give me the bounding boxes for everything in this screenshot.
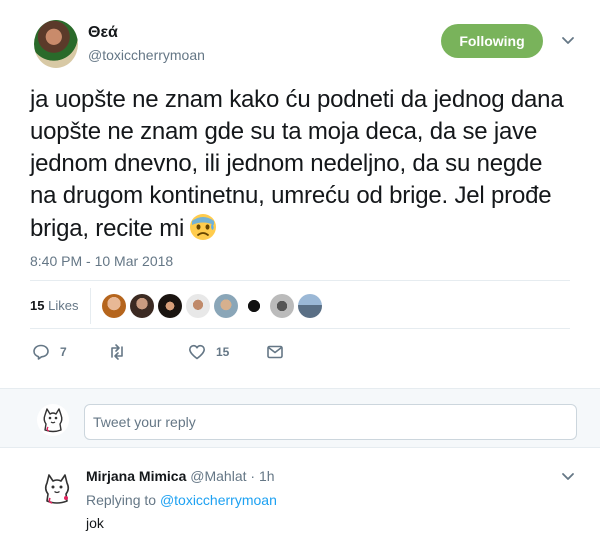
- tweet-reply-input[interactable]: [84, 404, 577, 440]
- liker-avatar[interactable]: [158, 294, 182, 318]
- replying-to-prefix: Replying to: [86, 492, 157, 508]
- heart-icon: [189, 344, 205, 360]
- chevron-down-icon[interactable]: [561, 470, 575, 484]
- reply-action[interactable]: 7: [32, 340, 67, 364]
- reply-time[interactable]: · 1h: [250, 468, 274, 484]
- avatar[interactable]: [34, 20, 78, 68]
- reply-tweet[interactable]: Mirjana Mimica @Mahlat · 1h Replying to …: [0, 456, 600, 538]
- divider: [30, 328, 570, 329]
- liker-avatar[interactable]: [270, 294, 294, 318]
- reply-author-handle[interactable]: @Mahlat: [190, 468, 246, 484]
- tweet-text: ja uopšte ne znam kako ću podneti da jed…: [30, 84, 570, 245]
- replying-to-link[interactable]: @toxiccherrymoan: [160, 492, 277, 508]
- anxious-face-emoji-icon: [190, 214, 217, 240]
- envelope-icon: [267, 345, 283, 359]
- screen-name[interactable]: @toxiccherrymoan: [88, 47, 205, 63]
- reply-icon: [33, 344, 49, 360]
- tweet-header: Θεά @toxiccherrymoan Following: [34, 20, 594, 72]
- retweet-icon: [111, 344, 123, 360]
- liker-avatar[interactable]: [242, 294, 266, 318]
- liker-avatar[interactable]: [130, 294, 154, 318]
- retweet-action[interactable]: [108, 340, 126, 364]
- tweet-timestamp[interactable]: 8:40 PM - 10 Mar 2018: [30, 253, 173, 269]
- liker-avatar[interactable]: [298, 294, 322, 318]
- direct-message-action[interactable]: [266, 340, 284, 364]
- likes-count-number: 15: [30, 298, 45, 313]
- reply-author-name[interactable]: Mirjana Mimica: [86, 468, 186, 484]
- avatar[interactable]: [36, 468, 78, 510]
- likes-label: Likes: [48, 298, 79, 313]
- divider: [30, 280, 570, 281]
- tweet-text-content: ja uopšte ne znam kako ću podneti da jed…: [30, 86, 564, 242]
- reply-author: Mirjana Mimica @Mahlat · 1h: [86, 468, 275, 484]
- display-name[interactable]: Θεά: [88, 24, 118, 42]
- chevron-down-icon[interactable]: [561, 34, 575, 48]
- reply-composer: [0, 388, 600, 448]
- like-count: 15: [216, 345, 230, 359]
- likes-separator: [90, 288, 91, 324]
- user-avatar-icon[interactable]: [36, 403, 70, 437]
- liker-avatar[interactable]: [102, 294, 126, 318]
- likes-row: 15 Likes: [30, 288, 570, 324]
- like-action[interactable]: 15: [188, 340, 229, 364]
- replying-to: Replying to @toxiccherrymoan: [86, 492, 277, 508]
- following-button[interactable]: Following: [441, 24, 543, 58]
- reply-text: jok: [86, 515, 104, 531]
- liker-avatar[interactable]: [186, 294, 210, 318]
- reply-count: 7: [60, 345, 67, 359]
- liker-avatar[interactable]: [214, 294, 238, 318]
- tweet-actions: 7 15: [30, 340, 570, 364]
- likes-count[interactable]: 15 Likes: [30, 298, 78, 313]
